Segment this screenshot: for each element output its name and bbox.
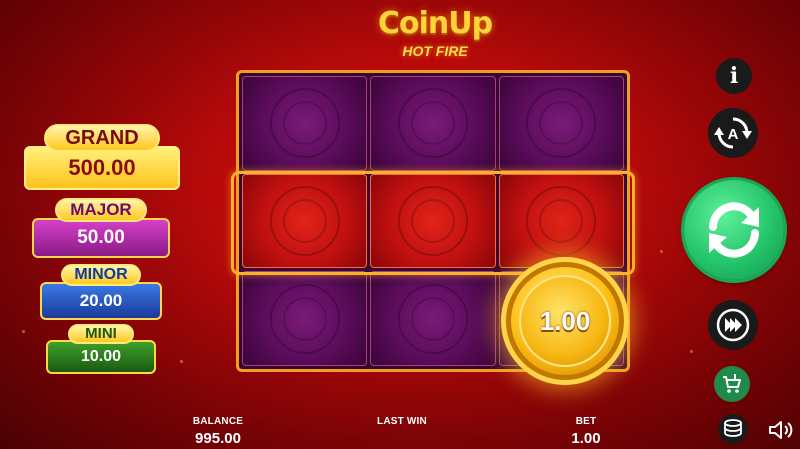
jackpot-major: 50.00 MAJOR [32, 198, 170, 258]
reel-cell-active [498, 173, 624, 269]
spin-button[interactable] [684, 180, 784, 280]
logo-title: CoinUp [377, 6, 493, 41]
info-button[interactable]: i [716, 58, 752, 94]
coin-symbol: 1.00 [501, 257, 629, 385]
jackpot-major-label: MAJOR [55, 198, 147, 222]
turbo-icon [716, 308, 750, 342]
game-logo: CoinUp HOT FIRE [370, 6, 500, 72]
autoplay-icon: A [714, 117, 752, 149]
balance-label: BALANCE [192, 416, 244, 427]
jackpot-grand-label: GRAND [44, 124, 160, 152]
jackpot-grand-value: 500.00 [24, 146, 180, 190]
reel-cell [370, 271, 496, 366]
stake-button[interactable] [718, 414, 748, 444]
reel-cell-active [370, 173, 496, 269]
reel-cell [242, 271, 368, 366]
ember-particle [690, 350, 693, 353]
bet-value: 1.00 [571, 430, 601, 447]
spin-icon [709, 202, 759, 258]
jackpot-grand: 500.00 GRAND [24, 124, 180, 190]
jackpot-mini-value: 10.00 [46, 340, 156, 374]
autoplay-button[interactable]: A [708, 108, 758, 158]
ember-particle [180, 360, 183, 363]
speaker-icon [769, 421, 793, 439]
jackpot-major-value: 50.00 [32, 218, 170, 258]
reel-cell [370, 76, 496, 171]
jackpot-minor-value: 20.00 [40, 282, 162, 320]
jackpot-mini-label: MINI [68, 324, 134, 344]
logo-subtitle: HOT FIRE [402, 43, 468, 59]
bet-display[interactable]: BET 1.00 [556, 416, 616, 447]
shop-button[interactable] [714, 366, 750, 402]
coin-value: 1.00 [539, 305, 591, 336]
bet-label: BET [575, 416, 597, 427]
shop-icon [723, 374, 741, 393]
coin-stack-icon [724, 419, 742, 437]
ember-particle [22, 330, 25, 333]
jackpot-minor-label: MINOR [61, 264, 141, 286]
jackpot-mini: 10.00 MINI [46, 324, 156, 374]
last-win-display: LAST WIN [366, 416, 438, 430]
svg-text:A: A [728, 126, 739, 143]
balance-display: BALANCE 995.00 [180, 416, 256, 447]
reel-cell-active [242, 173, 368, 269]
reel-cell [242, 76, 368, 171]
ember-particle [660, 250, 663, 253]
sound-button[interactable] [766, 416, 796, 444]
last-win-label: LAST WIN [377, 416, 427, 427]
jackpot-minor: 20.00 MINOR [40, 264, 162, 320]
reel-cell [498, 76, 624, 171]
turbo-button[interactable] [708, 300, 758, 350]
balance-value: 995.00 [195, 430, 241, 447]
coin-face: 1.00 [519, 275, 611, 367]
info-icon: i [729, 63, 739, 89]
